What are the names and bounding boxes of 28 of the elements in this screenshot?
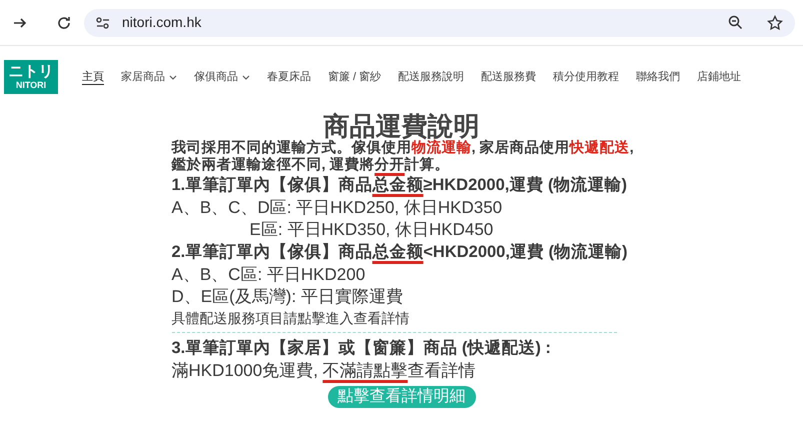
nav-link[interactable]: 店鋪地址: [697, 68, 742, 86]
nav-link[interactable]: 配送服務費: [481, 68, 536, 86]
nav-link[interactable]: 家居商品: [121, 68, 177, 86]
url-text: nitori.com.hk: [122, 13, 202, 32]
rate-text: E區: 平日HKD350, 休日HKD450: [248, 219, 494, 241]
nav-link[interactable]: 聯絡我們: [636, 68, 680, 86]
nav-link[interactable]: 春夏床品: [267, 68, 311, 86]
intro-text: 我司採用不同的運輸方式。傢俱使用物流運輸, 家居商品使用快遞配送,: [172, 140, 632, 156]
address-bar[interactable]: nitori.com.hk: [84, 8, 795, 36]
star-icon[interactable]: [767, 14, 783, 30]
nav-link[interactable]: 積分使用教程: [553, 68, 620, 86]
reload-icon[interactable]: [56, 14, 72, 30]
rate-text: A、B、C、D區: 平日HKD250, 休日HKD350: [172, 197, 504, 219]
section-heading: 3.單筆訂單內【家居】或【窗簾】商品 (快遞配送) :: [172, 338, 552, 359]
rate-text: 滿HKD1000免運費, 不滿請點擊查看詳情: [172, 360, 477, 382]
nav-link[interactable]: 配送服務說明: [398, 68, 464, 86]
section-heading: 1.單筆訂單內【傢俱】商品总金额≥HKD2000,運費 (物流運輸): [172, 174, 628, 196]
intro-text: 鑑於兩者運輸途徑不同, 運費將分开計算。: [172, 157, 451, 174]
nav-link[interactable]: 傢俱商品: [194, 68, 250, 86]
rate-text: D、E區(及馬灣): 平日實際運費: [172, 286, 404, 308]
site-settings-icon[interactable]: [96, 16, 110, 28]
rate-text: A、B、C區: 平日HKD200: [172, 264, 366, 286]
section-heading: 2.單筆訂單內【傢俱】商品总金额<HKD2000,運費 (物流運輸): [172, 242, 629, 263]
nav-link[interactable]: 窗簾 / 窗紗: [328, 68, 382, 86]
zoom-icon[interactable]: [728, 15, 743, 30]
detail-note: 具體配送服務項目請點擊進入查看詳情: [172, 309, 410, 328]
notice-title: 商品運費說明: [324, 112, 480, 140]
nav-link[interactable]: 主頁: [82, 68, 104, 86]
